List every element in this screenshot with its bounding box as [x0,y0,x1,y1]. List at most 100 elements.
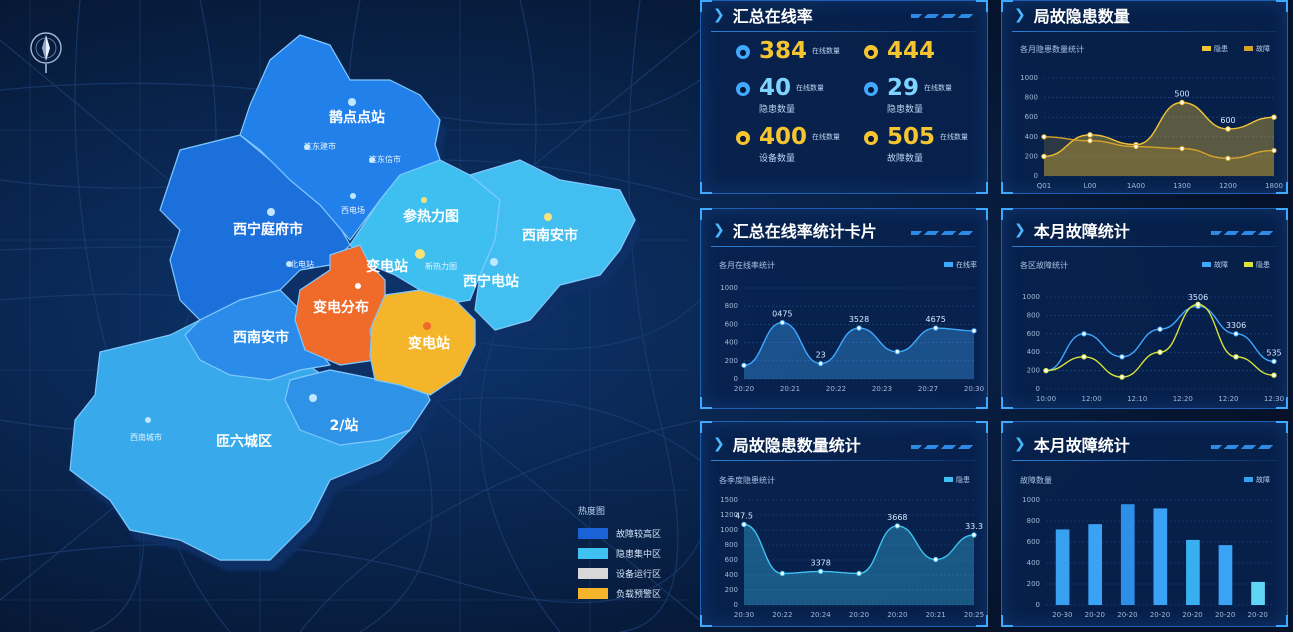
x-tick-label: 20:25 [964,611,984,619]
data-point [1225,155,1231,162]
data-label: 3528 [849,315,869,324]
panel-summary-online-rate: ❯ 汇总在线率 ● 384 在线数量 ● 444 ● 40 在线数量 隐患数量 ●… [700,0,988,194]
panel-month-fault: ❯ 本月故障统计 各区故障统计 1000 800 600 400 200 0 隐患 故障 10:0… [1001,208,1288,409]
x-tick-label: 1A00 [1127,182,1145,190]
kpi-hazard-count-2: ● 29 在线数量 隐患数量 [864,75,952,115]
legend-item[interactable]: 故障较高区 [578,523,688,543]
label-pin-5: 新热力图 [425,261,457,271]
y-tick-label: 1000 [720,526,738,534]
x-tick-label: 20:22 [826,385,846,393]
kpi-hazard-count: ● 40 在线数量 隐患数量 [736,75,825,115]
kpi-unit: 在线数量 [796,84,825,92]
data-point [894,523,901,529]
kpi-caption: 隐患数量 [759,105,796,115]
data-point [1179,99,1185,106]
label-pin-2: 这东信市 [369,154,401,164]
y-tick-label: 1000 [1022,293,1040,301]
data-label: 600 [1220,116,1235,125]
data-label: 33.3 [965,522,983,531]
y-tick-label: 200 [725,357,738,365]
data-point [1133,143,1139,150]
x-tick-label: 12:20 [1173,395,1193,403]
x-tick-label: 20:27 [918,385,938,393]
panel-hazard-count: ❯ 局故隐患数量 各月隐患数量统计 1000 800 600 400 200 0 故障 隐患 Q0… [1001,0,1288,194]
data-point [1041,134,1047,140]
x-tick-label: Q01 [1037,182,1051,190]
data-point [856,325,862,331]
data-point [1043,367,1049,374]
legend-swatch [944,262,953,267]
x-tick-label: 20-20 [1182,611,1202,619]
data-point [1271,372,1277,378]
legend-label: 负载预警区 [616,589,662,600]
legend-label: 故障 [1256,44,1270,53]
kpi-unit: 在线数量 [940,133,969,141]
x-tick-label: 20-20 [1150,611,1170,619]
x-tick-label: 12:20 [1218,395,1238,403]
kpi-online-count: ● 384 在线数量 [736,38,840,64]
y-tick-label: 600 [725,320,738,328]
x-tick-label: 20-20 [1248,611,1268,619]
x-tick-label: 20:22 [772,611,792,619]
y-tick-label: 800 [1025,94,1038,102]
legend-item[interactable]: 设备运行区 [578,563,688,583]
y-tick-label: 200 [725,586,738,594]
x-tick-label: 20-20 [1215,611,1235,619]
panel-month-fault-bars: ❯ 本月故障统计 故障数量 1000 800 600 400 200 0 故障 20-30 20-… [1001,421,1288,627]
region-label-north: 鹊点点站 [329,109,385,126]
x-tick-label: 20:30 [734,611,754,619]
equipment-icon: ● [736,131,750,145]
panel-online-rate-card: ❯ 汇总在线率统计卡片 各月在线率统计 1000 800 600 400 200 0 在线率 2… [700,208,988,409]
y-tick-label: 1500 [720,496,738,504]
data-point [1271,147,1277,154]
x-tick-label: 1200 [1219,182,1237,190]
legend-swatch [1244,262,1253,267]
legend-label: 故障 [1214,260,1228,269]
data-point [894,349,901,355]
data-label: 3378 [810,558,830,567]
legend-item[interactable]: 负载预警区 [578,583,688,603]
data-point [1233,354,1239,360]
kpi-value: 444 [887,38,936,64]
data-label: 47.5 [735,512,753,521]
x-tick-label: 20:21 [780,385,800,393]
series-area [744,322,974,379]
legend-title: 热度图 [578,507,606,517]
legend-label: 隐患集中区 [616,549,662,560]
data-point [1157,326,1163,332]
x-tick-label: 12:30 [1264,395,1284,403]
kpi-unit: 在线数量 [812,47,841,55]
hazard-icon: ● [864,82,878,96]
label-pin-1: 这东建市 [304,141,336,151]
y-tick-label: 800 [1027,517,1040,525]
data-point [1271,114,1277,120]
map-legend: 热度图 故障较高区 隐患集中区 设备运行区 负载预警区 [578,504,688,603]
kpi-caption: 隐患数量 [887,105,924,115]
y-tick-label: 0 [1034,172,1038,180]
data-point [1119,354,1125,360]
data-point [779,570,786,577]
kpi-value: 40 [759,75,792,101]
map-region-east[interactable] [469,159,636,331]
x-tick-label: 20:23 [872,385,892,393]
x-tick-label: L00 [1084,182,1097,190]
y-tick-label: 0 [1036,601,1040,609]
month-fault-chart: 1000 800 600 400 200 0 隐患 故障 10:00 12:00 12:10 12:2… [1022,260,1284,403]
legend-item[interactable]: 隐患集中区 [578,543,688,563]
data-point [779,319,786,326]
legend-swatch [578,547,608,559]
x-tick-label: 20:20 [849,611,869,619]
legend-swatch [578,567,608,579]
legend-label: 设备运行区 [616,569,662,580]
data-point [1233,331,1239,337]
legend-label: 隐患 [1214,44,1228,53]
data-point [741,521,747,528]
y-tick-label: 400 [1027,348,1040,356]
kpi-value: 29 [887,75,920,101]
legend-label: 故障较高区 [616,529,662,540]
kpi-equipment-count: ● 400 在线数量 设备数量 [736,124,840,164]
y-tick-label: 200 [1027,367,1040,375]
y-tick-label: 200 [1027,580,1040,588]
legend-label: 故障 [1256,475,1270,484]
chevron-right-icon: ❯ [713,7,725,23]
